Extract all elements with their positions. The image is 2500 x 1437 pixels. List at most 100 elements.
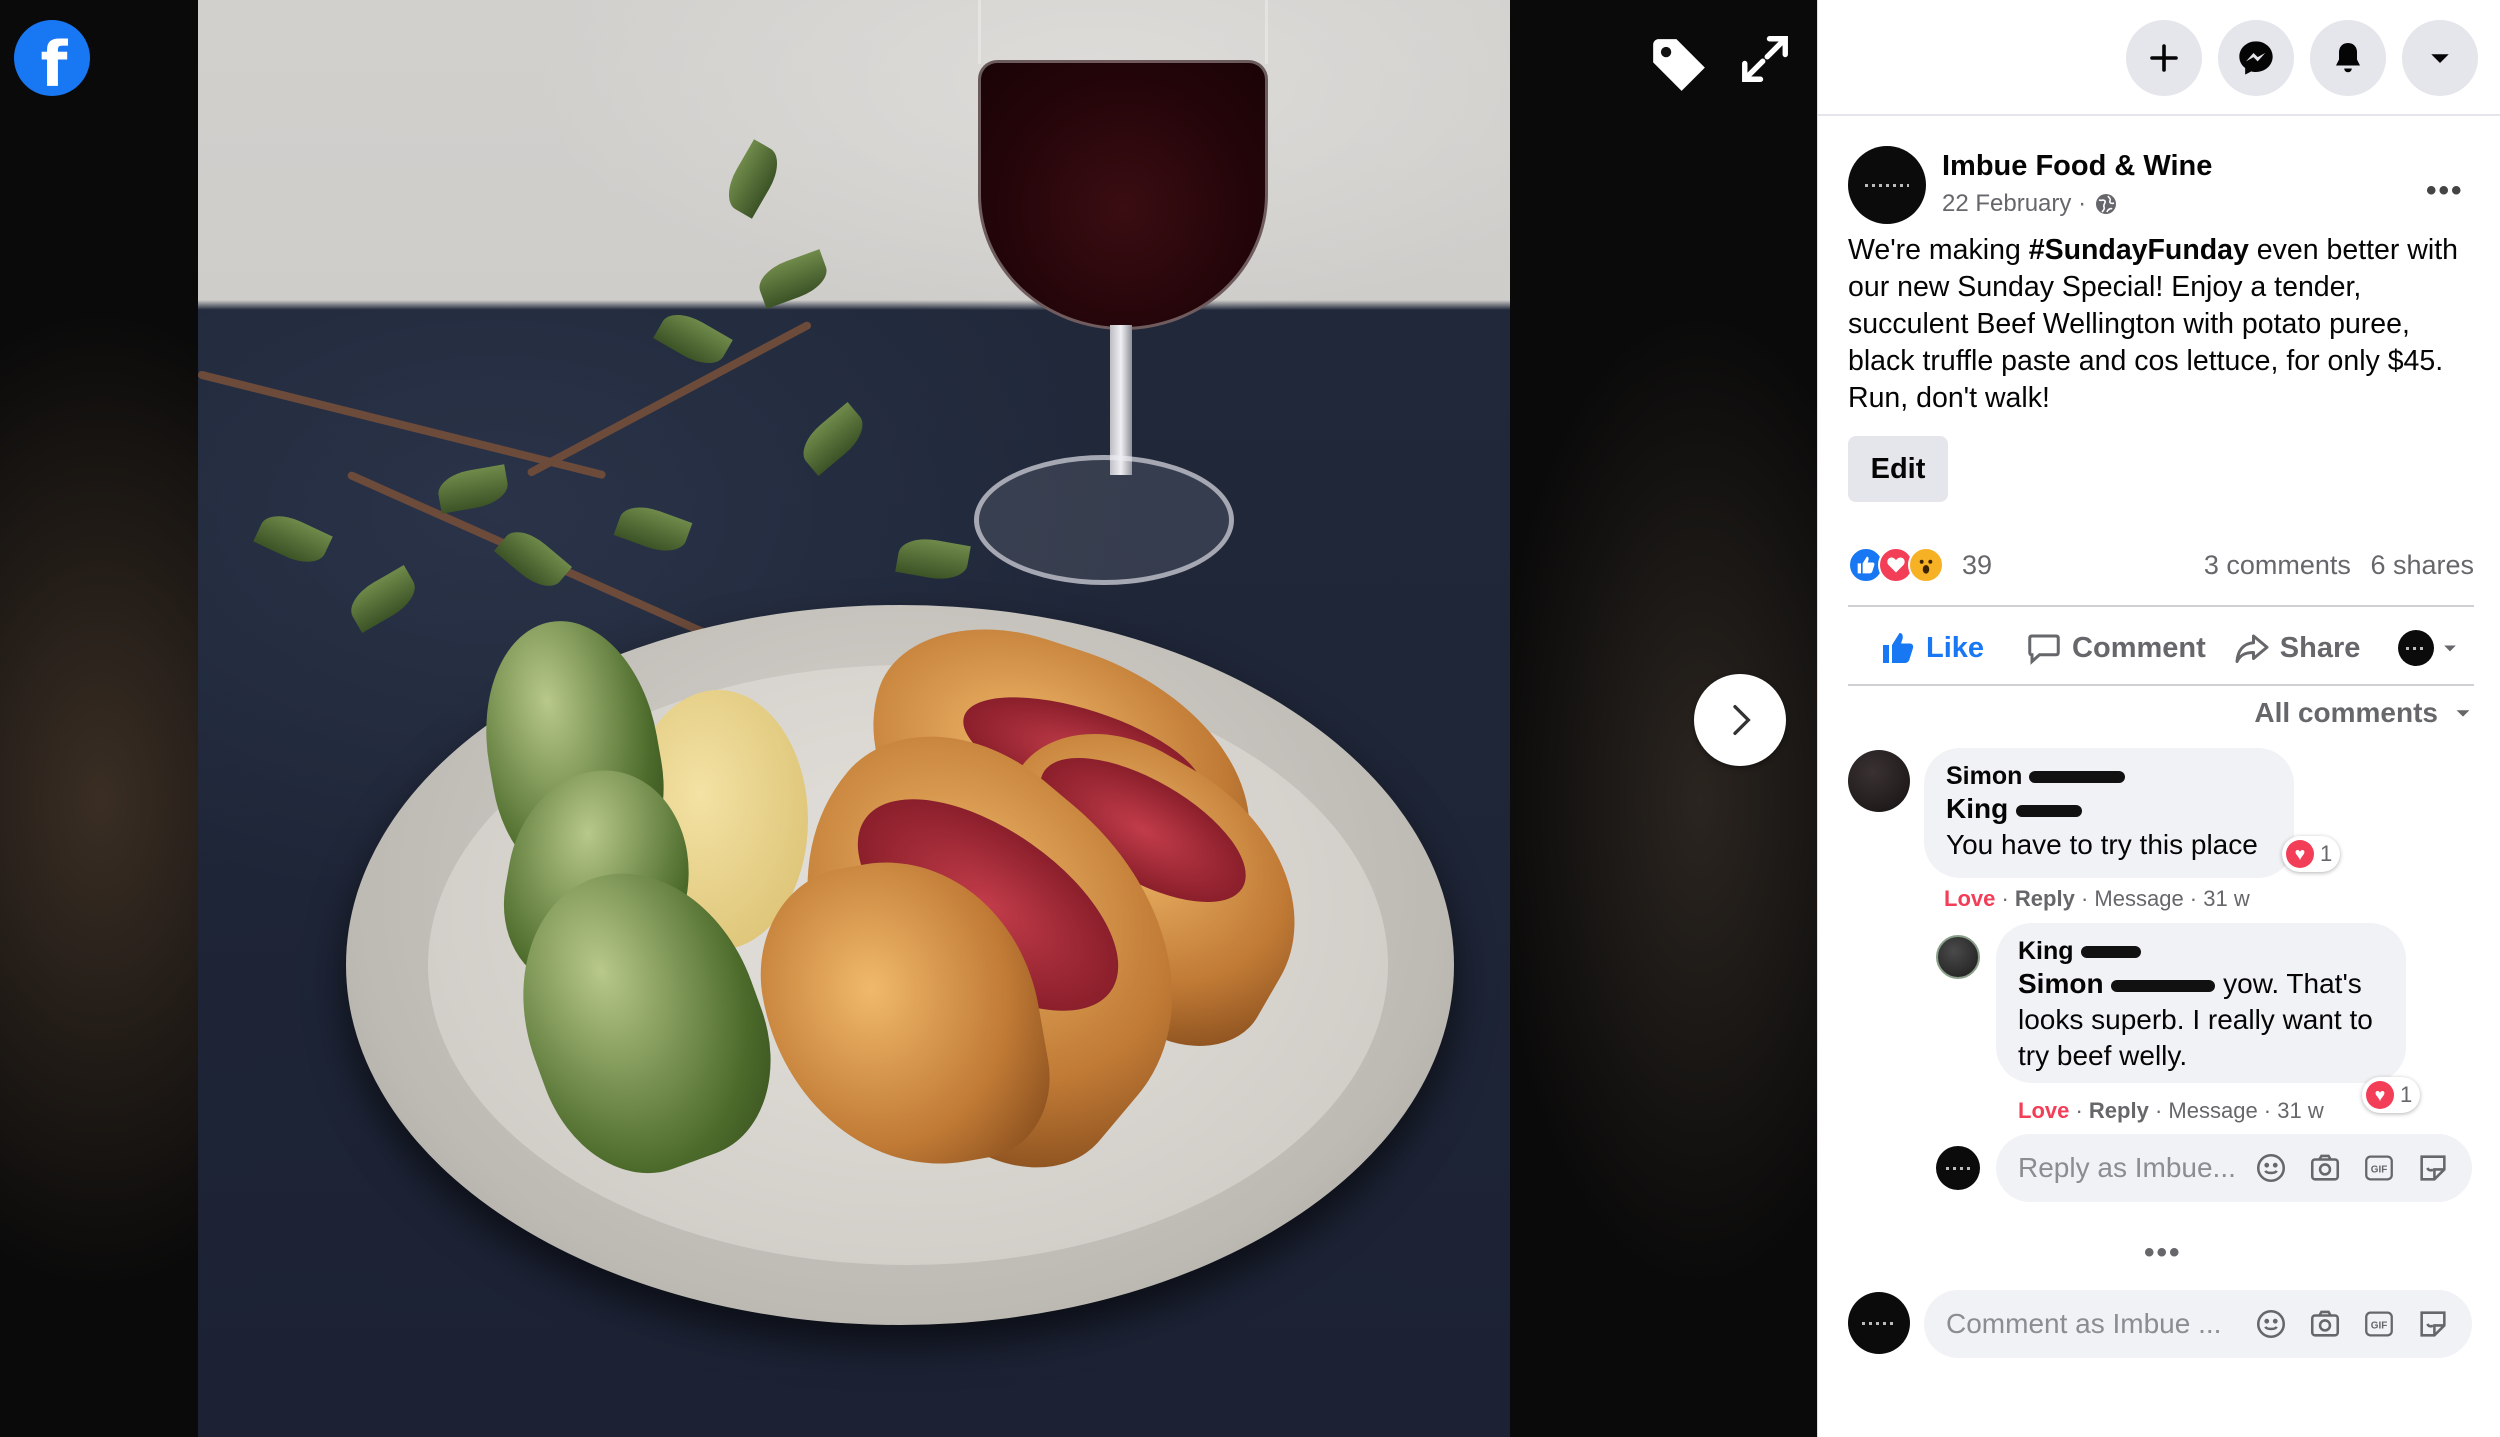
sticker-icon[interactable] — [2416, 1151, 2450, 1185]
redacted-name — [2111, 979, 2216, 992]
post-header: Imbue Food & Wine 22 February · ••• — [1848, 146, 2468, 226]
post-text: We're making #SundayFunday even better w… — [1848, 232, 2478, 417]
comment-meta: Love · Reply · Message · 31 w — [1944, 886, 2250, 911]
comment-button[interactable]: Comment — [2026, 630, 2206, 666]
account-menu-button[interactable] — [2402, 20, 2478, 96]
comment-author[interactable]: King — [2018, 937, 2384, 966]
divider — [1848, 684, 2474, 686]
bell-icon — [2336, 43, 2360, 73]
comment-age[interactable]: 31 w — [2203, 886, 2249, 911]
comment-input[interactable]: Comment as Imbue ... GIF — [1924, 1290, 2472, 1358]
notifications-button[interactable] — [2310, 20, 2386, 96]
page-avatar-small — [1848, 1292, 1910, 1354]
post-actions: Like Comment Share — [1848, 618, 2474, 678]
comment-reaction-badge[interactable]: ♥ 1 — [2282, 836, 2341, 872]
gif-icon[interactable]: GIF — [2362, 1307, 2396, 1341]
wine-glass-rim — [978, 0, 1268, 64]
create-button[interactable] — [2126, 20, 2202, 96]
share-icon — [2235, 634, 2269, 663]
camera-icon[interactable] — [2308, 1151, 2342, 1185]
next-photo-button[interactable] — [1694, 674, 1786, 766]
page-avatar-small — [2398, 630, 2435, 666]
caret-down-icon — [2431, 54, 2449, 63]
comment-label: Comment — [2072, 631, 2206, 664]
comment-author-name: King — [2018, 937, 2074, 965]
comment-author[interactable]: Simon — [1946, 762, 2272, 791]
top-bar — [1818, 0, 2500, 116]
sticker-icon[interactable] — [2416, 1307, 2450, 1341]
photo-viewer: f — [0, 0, 1817, 1437]
comment-meta: Love · Reply · Message · 31 w — [2018, 1098, 2324, 1123]
messenger-icon — [2239, 41, 2273, 75]
wine-glass-foot — [974, 455, 1234, 585]
like-label: Like — [1926, 631, 1985, 664]
caret-down-icon — [2456, 710, 2470, 717]
page-avatar-small — [1936, 1146, 1980, 1190]
page-name[interactable]: Imbue Food & Wine — [1942, 150, 2212, 183]
edit-button[interactable]: Edit — [1848, 436, 1948, 502]
redacted-name — [2080, 946, 2141, 959]
post-date[interactable]: 22 February · — [1942, 190, 2086, 218]
input-icons: GIF — [2254, 1151, 2450, 1185]
post-options-button[interactable]: ••• — [2426, 174, 2464, 208]
comments-count[interactable]: 3 comments — [2204, 550, 2351, 580]
commenter-avatar[interactable] — [1936, 935, 1980, 979]
comment-age[interactable]: 31 w — [2277, 1098, 2323, 1123]
love-link[interactable]: Love — [1944, 886, 1995, 911]
love-link[interactable]: Love — [2018, 1098, 2069, 1123]
messenger-button[interactable] — [2218, 20, 2294, 96]
comment-bubble: King Simon yow. That's looks superb. I r… — [1996, 923, 2406, 1083]
comment-reaction-count: 1 — [2400, 1082, 2413, 1107]
comment-text: You have to try this place — [1946, 829, 2258, 860]
like-button[interactable]: Like — [1880, 630, 1984, 666]
tag-icon[interactable] — [1648, 34, 1710, 96]
emoji-icon[interactable] — [2254, 1151, 2288, 1185]
camera-icon[interactable] — [2308, 1307, 2342, 1341]
share-button[interactable]: Share — [2234, 630, 2360, 666]
chevron-right-icon — [1733, 705, 1751, 735]
redacted-name — [2029, 771, 2126, 784]
caret-down-icon — [2444, 645, 2457, 652]
input-icons: GIF — [2254, 1307, 2450, 1341]
page-avatar[interactable] — [1848, 146, 1926, 224]
svg-text:GIF: GIF — [2371, 1164, 2388, 1175]
reply-link[interactable]: Reply — [2089, 1098, 2149, 1123]
post-text-part: We're making — [1848, 234, 2029, 266]
comment-reaction-badge[interactable]: ♥ 1 — [2362, 1077, 2421, 1113]
comment-bubble: Simon King You have to try this place — [1924, 748, 2294, 878]
comment-icon — [2028, 634, 2060, 665]
post-as-selector[interactable] — [2398, 630, 2460, 666]
hashtag-link[interactable]: #SundayFunday — [2029, 234, 2249, 266]
commenter-avatar[interactable] — [1848, 750, 1910, 812]
comment-text: yow. That's — [2215, 968, 2362, 999]
comment-filter[interactable]: All comments — [2254, 697, 2474, 729]
thumbs-up-icon — [1883, 633, 1914, 663]
plus-icon — [2150, 44, 2178, 72]
wine-glass-stem — [1110, 325, 1132, 475]
reactions-summary[interactable]: 39 — [1848, 545, 1992, 585]
more-comments-button[interactable]: ••• — [2144, 1236, 2182, 1270]
reply-input[interactable]: Reply as Imbue... GIF — [1996, 1134, 2472, 1202]
expand-icon[interactable] — [1738, 32, 1792, 86]
comment-body: King — [1946, 791, 2272, 827]
comment-body: Simon yow. That's — [2018, 966, 2384, 1002]
divider — [1848, 605, 2474, 607]
mention-link[interactable]: Simon — [2018, 968, 2104, 999]
shares-count[interactable]: 6 shares — [2370, 550, 2474, 580]
mention-link[interactable]: King — [1946, 793, 2008, 824]
gif-icon[interactable]: GIF — [2362, 1151, 2396, 1185]
post-meta: 22 February · — [1942, 190, 2118, 218]
svg-text:GIF: GIF — [2371, 1320, 2388, 1331]
comment-placeholder: Comment as Imbue ... — [1946, 1308, 2222, 1339]
comment-text: looks superb. I really want to try beef … — [2018, 1004, 2373, 1071]
post-sidebar: Imbue Food & Wine 22 February · ••• We'r… — [1817, 0, 2500, 1437]
message-link[interactable]: Message — [2094, 886, 2183, 911]
emoji-icon[interactable] — [2254, 1307, 2288, 1341]
facebook-logo-icon[interactable]: f — [14, 20, 90, 101]
message-link[interactable]: Message — [2168, 1098, 2257, 1123]
reaction-count: 39 — [1962, 549, 1993, 580]
wine-glass — [978, 60, 1268, 330]
post-photo[interactable] — [198, 0, 1510, 1437]
reply-link[interactable]: Reply — [2015, 886, 2075, 911]
heart-icon: ♥ — [2286, 840, 2314, 868]
